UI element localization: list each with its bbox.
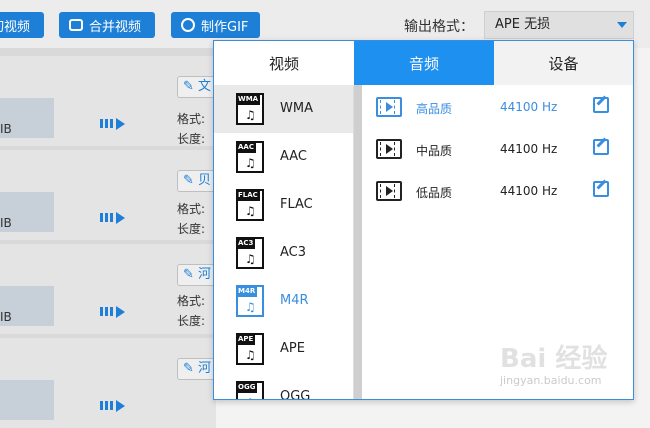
- edit-icon[interactable]: [593, 181, 609, 197]
- output-format-select[interactable]: APE 无损: [484, 11, 634, 39]
- format-name: AC3: [280, 245, 307, 260]
- length-label: 长度:: [177, 132, 206, 146]
- arrow-right-icon: [100, 398, 125, 412]
- format-item-m4r[interactable]: M4R ♫ M4R: [214, 277, 353, 325]
- format-item-flac[interactable]: FLAC ♫ FLAC: [214, 181, 353, 229]
- format-item-ac3[interactable]: AC3 ♫ AC3: [214, 229, 353, 277]
- file-row[interactable]: IB ✎ 贝 格式: 长度:: [0, 150, 217, 240]
- rename-button[interactable]: ✎ 文: [177, 76, 217, 98]
- file-row[interactable]: ✎ 河: [0, 338, 217, 428]
- format-label: 格式:: [177, 294, 206, 308]
- rename-button[interactable]: ✎ 河: [177, 358, 217, 380]
- format-label: 格式:: [177, 112, 206, 126]
- merge-video-button[interactable]: 合并视频: [59, 12, 155, 38]
- edit-icon[interactable]: [593, 139, 609, 155]
- audio-file-icon: AC3 ♫: [236, 237, 264, 269]
- quality-name: 高品质: [416, 102, 453, 116]
- audio-file-icon: AAC ♫: [236, 141, 264, 173]
- length-label: 长度:: [177, 314, 206, 328]
- edit-icon[interactable]: [593, 97, 609, 113]
- format-name: FLAC: [280, 197, 313, 212]
- format-name: APE: [280, 341, 305, 356]
- audio-file-icon: FLAC ♫: [236, 189, 264, 221]
- file-thumbnail: [0, 380, 54, 420]
- file-size: IB: [0, 216, 12, 230]
- watermark-url: jingyan.baidu.com: [500, 374, 602, 387]
- format-name: AAC: [280, 149, 307, 164]
- file-row[interactable]: IB ✎ 河 格式: 长度:: [0, 244, 217, 334]
- tab-audio[interactable]: 音频: [354, 41, 494, 85]
- audio-file-icon: APE ♫: [236, 333, 264, 365]
- video-film-icon: [376, 181, 402, 201]
- format-item-ape[interactable]: APE ♫ APE: [214, 325, 353, 373]
- rename-button[interactable]: ✎ 河: [177, 264, 217, 286]
- format-item-aac[interactable]: AAC ♫ AAC: [214, 133, 353, 181]
- sample-rate: 44100 Hz: [500, 184, 558, 198]
- file-size: IB: [0, 310, 12, 324]
- format-name: OGG: [280, 389, 311, 399]
- format-list: WMA ♫ WMA AAC ♫ AAC FLAC ♫ FLAC AC3 ♫ AC3 M4…: [214, 85, 354, 399]
- tab-video[interactable]: 视频: [214, 41, 354, 85]
- file-row[interactable]: IB ✎ 文 格式: 长度:: [0, 56, 217, 146]
- arrow-right-icon: [100, 210, 125, 224]
- quality-item-medium[interactable]: 中品质 44100 Hz: [364, 129, 633, 169]
- audio-file-icon: OGG♫: [236, 381, 264, 399]
- output-format-label: 输出格式：: [404, 19, 474, 35]
- sample-rate: 44100 Hz: [500, 100, 558, 114]
- format-tabs: 视频 音频 设备: [214, 41, 633, 85]
- length-label: 长度:: [177, 222, 206, 236]
- audio-file-icon: WMA ♫: [236, 93, 264, 125]
- gif-icon: [181, 18, 195, 32]
- chevron-down-icon: [617, 22, 627, 28]
- output-format-value: APE 无损: [495, 17, 551, 32]
- merge-icon: [69, 19, 83, 31]
- video-film-icon: [376, 97, 402, 117]
- sample-rate: 44100 Hz: [500, 142, 558, 156]
- make-gif-label: 制作GIF: [201, 19, 249, 35]
- rename-button[interactable]: ✎ 贝: [177, 170, 217, 192]
- file-list: IB ✎ 文 格式: 长度: IB ✎ 贝 格式: 长度: IB ✎ 河 格式:…: [0, 48, 217, 428]
- watermark-logo: Bai 经验: [500, 344, 608, 374]
- format-item-wma[interactable]: WMA ♫ WMA: [214, 85, 353, 133]
- format-name: WMA: [280, 101, 313, 116]
- merge-video-label: 合并视频: [89, 19, 142, 35]
- video-film-icon: [376, 139, 402, 159]
- cut-video-label: 剪切视频: [0, 19, 31, 35]
- quality-item-high[interactable]: 高品质 44100 Hz: [364, 87, 633, 127]
- file-size: IB: [0, 122, 12, 136]
- cut-video-button[interactable]: 剪切视频: [0, 12, 44, 38]
- quality-item-low[interactable]: 低品质 44100 Hz: [364, 171, 633, 211]
- audio-file-icon: M4R ♫: [236, 285, 264, 317]
- tab-device[interactable]: 设备: [494, 41, 633, 85]
- format-label: 格式:: [177, 202, 206, 216]
- quality-name: 中品质: [416, 144, 453, 158]
- quality-name: 低品质: [416, 186, 453, 200]
- format-item-ogg[interactable]: OGG♫ OGG: [214, 373, 353, 399]
- arrow-right-icon: [100, 116, 125, 130]
- format-name: M4R: [280, 293, 309, 308]
- arrow-right-icon: [100, 304, 125, 318]
- make-gif-button[interactable]: 制作GIF: [171, 12, 260, 38]
- format-list-scrollbar[interactable]: [354, 85, 362, 399]
